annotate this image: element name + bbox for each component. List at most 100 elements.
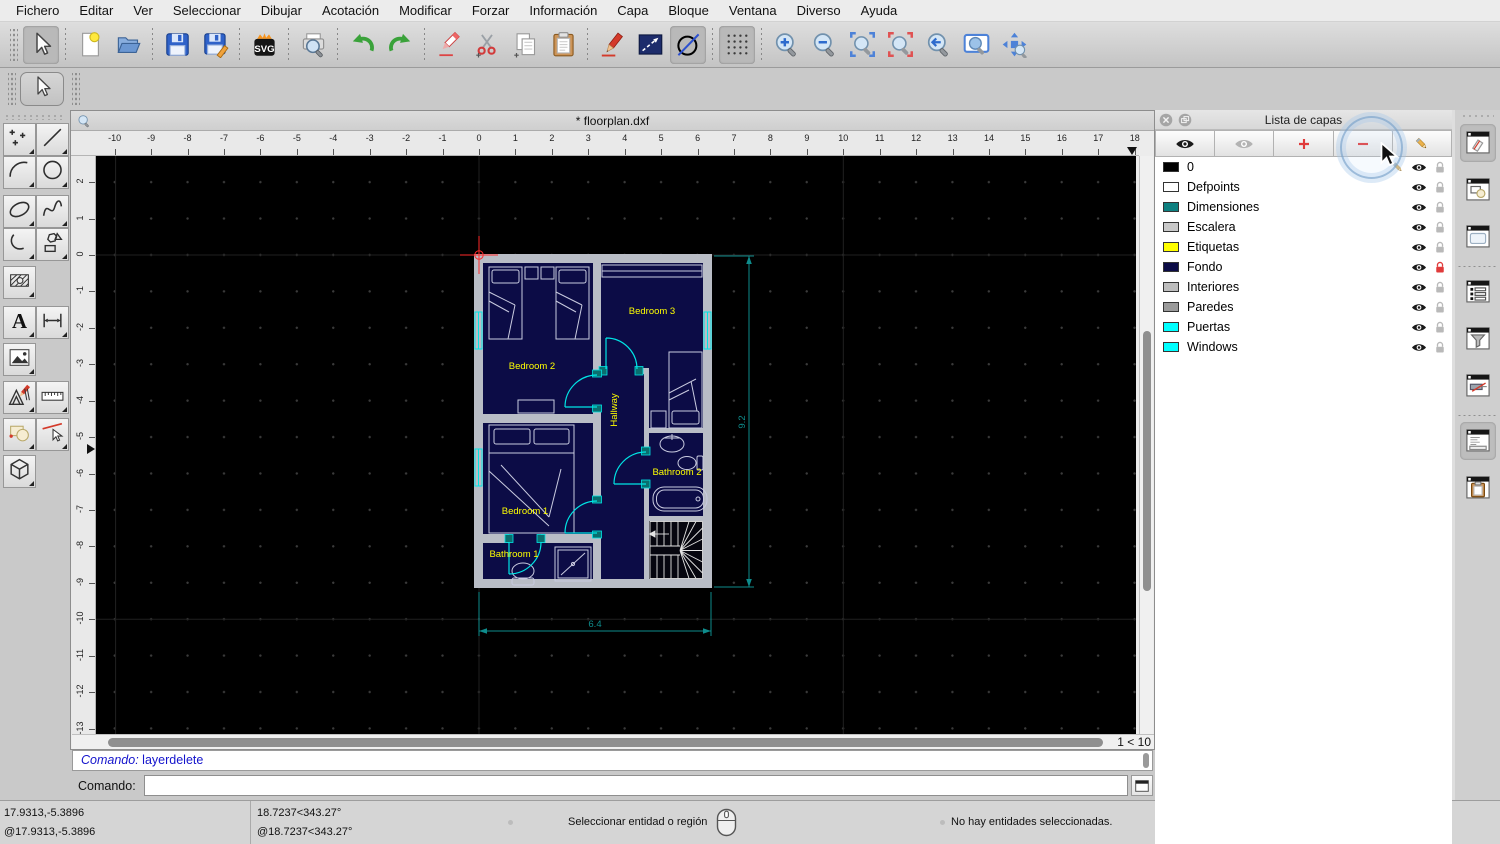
edit-layer-button[interactable] <box>1392 130 1453 157</box>
hatch-tool-button[interactable] <box>3 266 36 299</box>
entity-list-dock-button[interactable] <box>1460 273 1496 311</box>
layer-lock-toggle[interactable] <box>1432 201 1448 214</box>
ellipse-tool-button[interactable] <box>3 195 36 228</box>
zoom-pan-button[interactable] <box>996 26 1032 64</box>
add-layer-button[interactable] <box>1274 130 1334 157</box>
spline-tool-button[interactable] <box>36 195 69 228</box>
command-widget-dock-button[interactable] <box>1460 422 1496 460</box>
menu-ventana[interactable]: Ventana <box>719 0 787 22</box>
cube-tool-button[interactable] <box>3 455 36 488</box>
horizontal-scrollbar[interactable] <box>72 734 1113 749</box>
layer-lock-toggle[interactable] <box>1432 221 1448 234</box>
entity-filter-dock-button[interactable] <box>1460 320 1496 358</box>
cut-button[interactable] <box>469 26 505 64</box>
layer-lock-toggle[interactable] <box>1432 321 1448 334</box>
new-button[interactable] <box>72 26 108 64</box>
block-list-dock-button[interactable] <box>1460 171 1496 209</box>
zoom-in-button[interactable] <box>768 26 804 64</box>
toolbar-drag-handle[interactable] <box>10 28 18 61</box>
layer-lock-toggle[interactable] <box>1432 161 1448 174</box>
zoom-refresh-button[interactable] <box>882 26 918 64</box>
menu-ver[interactable]: Ver <box>123 0 163 22</box>
layer-lock-toggle[interactable] <box>1432 241 1448 254</box>
clipboard-widget-dock-button[interactable] <box>1460 469 1496 507</box>
menu-seleccionar[interactable]: Seleccionar <box>163 0 251 22</box>
layer-visibility-toggle[interactable] <box>1411 341 1427 354</box>
layer-row[interactable]: Dimensiones <box>1155 197 1452 217</box>
print-preview-button[interactable] <box>295 26 331 64</box>
layer-row[interactable]: Interiores <box>1155 277 1452 297</box>
circle-tool-button[interactable] <box>36 156 69 189</box>
layer-lock-toggle[interactable] <box>1432 301 1448 314</box>
polyline-tool-button[interactable] <box>3 228 36 261</box>
export-svg-button[interactable]: SVG <box>246 26 282 64</box>
layer-visibility-toggle[interactable] <box>1411 201 1427 214</box>
zoom-out-button[interactable] <box>806 26 842 64</box>
layer-lock-toggle[interactable] <box>1432 181 1448 194</box>
layer-row[interactable]: Etiquetas <box>1155 237 1452 257</box>
layer-visibility-toggle[interactable] <box>1411 301 1427 314</box>
arc-tool-button[interactable] <box>3 156 36 189</box>
horizontal-scrollbar-thumb[interactable] <box>108 738 1103 747</box>
menu-fichero[interactable]: Fichero <box>6 0 69 22</box>
grid-snap-button[interactable] <box>719 25 755 64</box>
layer-row[interactable]: Paredes <box>1155 297 1452 317</box>
copy-button[interactable] <box>507 26 543 64</box>
paste-button[interactable] <box>545 26 581 64</box>
open-button[interactable] <box>110 26 146 64</box>
command-input[interactable] <box>143 775 1128 796</box>
undo-button[interactable] <box>344 26 380 64</box>
layer-row[interactable]: Fondo <box>1155 257 1452 277</box>
menu-diverso[interactable]: Diverso <box>787 0 851 22</box>
menu-editar[interactable]: Editar <box>69 0 123 22</box>
line-attributes-button[interactable] <box>632 26 668 64</box>
measure-tool-button[interactable] <box>36 381 69 414</box>
redo-button[interactable] <box>382 26 418 64</box>
palette-drag-handle[interactable] <box>4 114 62 120</box>
command-options-button[interactable] <box>1131 775 1153 796</box>
layer-row[interactable]: Windows <box>1155 337 1452 357</box>
points-tool-button[interactable] <box>3 123 36 156</box>
menu-forzar[interactable]: Forzar <box>462 0 520 22</box>
show-all-layers-button[interactable] <box>1155 130 1216 157</box>
layer-row[interactable]: Puertas <box>1155 317 1452 337</box>
layer-visibility-toggle[interactable] <box>1411 221 1427 234</box>
line-tool-button[interactable] <box>36 123 69 156</box>
image-tool-button[interactable] <box>3 343 36 376</box>
select-button[interactable] <box>23 25 59 64</box>
blocks-tool-button[interactable] <box>3 418 36 451</box>
layer-visibility-toggle[interactable] <box>1411 281 1427 294</box>
layer-visibility-toggle[interactable] <box>1411 181 1427 194</box>
layer-visibility-toggle[interactable] <box>1411 261 1427 274</box>
save-button[interactable] <box>159 26 195 64</box>
layer-row[interactable]: Escalera <box>1155 217 1452 237</box>
layer-visibility-toggle[interactable] <box>1411 161 1427 174</box>
menu-capa[interactable]: Capa <box>607 0 658 22</box>
polygon-tool-button[interactable] <box>36 228 69 261</box>
layer-row[interactable]: 0 <box>1155 157 1452 177</box>
dimension-tool-button[interactable] <box>36 306 69 339</box>
select-tool-button[interactable] <box>20 72 64 106</box>
zoom-window-button[interactable] <box>958 26 994 64</box>
hide-all-layers-button[interactable] <box>1215 130 1275 157</box>
layer-visibility-toggle[interactable] <box>1411 241 1427 254</box>
vertical-scrollbar[interactable] <box>1139 156 1153 734</box>
command-history-scrollbar[interactable] <box>1143 753 1149 768</box>
snap-free-button[interactable] <box>670 25 706 64</box>
library-browser-dock-button[interactable] <box>1460 218 1496 256</box>
layer-lock-toggle[interactable] <box>1432 341 1448 354</box>
text-tool-button[interactable]: A <box>3 306 36 339</box>
zoom-auto-button[interactable] <box>844 26 880 64</box>
toolbar-drag-handle[interactable] <box>8 73 16 105</box>
layer-row[interactable]: Defpoints <box>1155 177 1452 197</box>
menu-ayuda[interactable]: Ayuda <box>851 0 908 22</box>
menu-bloque[interactable]: Bloque <box>658 0 718 22</box>
pen-button[interactable] <box>594 26 630 64</box>
drawing-canvas[interactable]: Bedroom 2 Bedroom 3 Bedroom 1 Bathroom 1… <box>96 156 1136 734</box>
zoom-previous-button[interactable] <box>920 26 956 64</box>
save-as-button[interactable] <box>197 26 233 64</box>
menu-información[interactable]: Información <box>519 0 607 22</box>
delete-button[interactable] <box>431 26 467 64</box>
menu-modificar[interactable]: Modificar <box>389 0 462 22</box>
toolbar-drag-handle[interactable] <box>72 73 80 105</box>
